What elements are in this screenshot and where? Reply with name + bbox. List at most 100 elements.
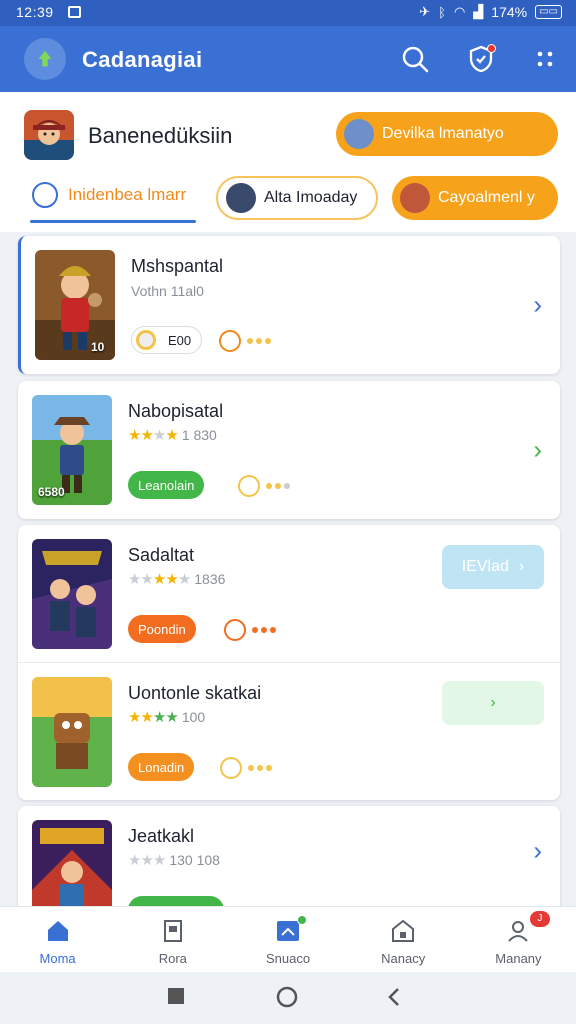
battery-percent: 174% <box>491 4 528 20</box>
nav-library-label: Rora <box>158 951 187 966</box>
game-subtitle: Vothn 11al0 <box>131 283 204 299</box>
tab-featured[interactable]: Inidenbea lmarr <box>32 182 186 208</box>
game-card-group: Sadaltat ★★★★★ 1836 Poondin IEVlad › Uont… <box>18 525 560 800</box>
header-title: Banenedüksiin <box>88 123 233 148</box>
home-icon <box>47 921 68 941</box>
rating-stars: ★★★ 130 108 <box>128 852 220 869</box>
game-tag[interactable]: E00 <box>131 326 203 354</box>
play-button[interactable]: IEVlad › <box>442 545 544 589</box>
nav-home[interactable]: Moma <box>0 907 115 972</box>
thumbnail-badge: 10 <box>91 340 105 354</box>
chevron-right-icon[interactable]: › <box>533 836 542 867</box>
chat-icon <box>32 182 58 208</box>
bluetooth-icon: ᛒ <box>438 4 446 20</box>
nav-store[interactable]: Nanacy <box>346 907 461 972</box>
progress-ring-icon <box>220 757 242 779</box>
chip-outline-label: Alta Imoaday <box>264 189 358 206</box>
shield-notification-icon[interactable] <box>464 42 498 76</box>
chip-outline[interactable]: Alta Imoaday <box>216 176 378 220</box>
status-time: 12:39 <box>16 4 54 20</box>
chevron-right-icon[interactable]: › <box>533 435 542 466</box>
search-icon[interactable] <box>398 42 432 76</box>
game-tag[interactable]: Leanolain <box>128 471 205 499</box>
rating-count: 1836 <box>194 571 226 587</box>
status-bar: 12:39 ✈ ᛒ ◠ ▟ 174% ▭▭ <box>0 0 576 26</box>
progress-ring-icon <box>224 619 246 641</box>
character-icon <box>344 119 374 149</box>
user-icon <box>508 921 529 942</box>
rating-stars: ★★★★ 100 <box>128 709 206 726</box>
play-button-label: IEVlad <box>461 558 509 575</box>
progress-dots <box>220 757 272 779</box>
primary-action-label: Devilka lmanatyo <box>382 125 504 142</box>
signal-icon: ▟ <box>473 4 484 19</box>
character-icon <box>400 183 430 213</box>
wifi-icon: ◠ <box>453 4 466 19</box>
app-bar: Cadanagiai <box>0 26 576 92</box>
nav-badge: J <box>529 911 550 927</box>
game-title: Jeatkakl <box>128 826 195 846</box>
progress-dots <box>219 330 271 352</box>
character-icon <box>226 183 256 213</box>
rating-count: 1 830 <box>181 427 217 443</box>
nav-store-label: Nanacy <box>381 951 426 966</box>
game-thumbnail: 10 <box>35 250 115 360</box>
bottom-navigation: Moma Rora Snuaco Nanacy J Manany <box>0 906 576 972</box>
chevron-right-icon: › <box>490 694 496 711</box>
game-tag-label: E00 <box>168 332 192 348</box>
nav-dot <box>297 915 308 925</box>
active-tab-indicator <box>30 220 196 223</box>
progress-dots <box>238 475 290 497</box>
document-icon <box>163 920 182 942</box>
primary-action-pill[interactable]: Devilka lmanatyo <box>336 112 558 156</box>
chevron-right-icon[interactable]: › <box>533 290 542 321</box>
game-card[interactable]: Jeatkakl ★★★ 130 108 › <box>18 806 560 916</box>
system-navigation <box>0 972 576 1024</box>
header-section: Banenedüksiin Devilka lmanatyo Inidenbea… <box>0 92 576 232</box>
back-icon[interactable] <box>384 986 404 1008</box>
open-button[interactable]: › <box>442 681 544 725</box>
mute-icon: ✈ <box>419 4 431 19</box>
rating-count: 100 <box>181 709 206 725</box>
game-card[interactable]: 6580 Nabopisatal ★★★★ 1 830 Leanolain › <box>18 381 560 519</box>
nav-profile[interactable]: J Manany <box>461 907 576 972</box>
nav-games[interactable]: Snuaco <box>230 907 345 972</box>
game-thumbnail <box>32 820 112 916</box>
progress-dots <box>224 619 276 641</box>
rating-count: 130 108 <box>169 852 220 868</box>
nav-profile-label: Manany <box>495 951 542 966</box>
game-thumbnail: 6580 <box>32 395 112 505</box>
game-title: Sadaltat <box>128 545 195 565</box>
game-title: Mshspantal <box>131 256 224 276</box>
chip-orange-label: Cayoalmenl y <box>438 189 535 206</box>
nav-library[interactable]: Rora <box>115 907 230 972</box>
recents-icon[interactable] <box>166 986 186 1006</box>
progress-ring-icon <box>238 475 260 497</box>
tab-featured-label: Inidenbea lmarr <box>68 185 187 204</box>
game-thumbnail <box>32 677 112 787</box>
app-title: Cadanagiai <box>82 47 203 72</box>
thumbnail-badge: 6580 <box>38 485 65 499</box>
notification-dot <box>487 44 496 53</box>
battery-icon: ▭▭ <box>535 5 562 19</box>
game-tag[interactable]: Poondin <box>128 615 196 643</box>
game-card[interactable]: 10 Mshspantal Vothn 11al0 E00 › <box>18 236 560 374</box>
game-thumbnail <box>32 539 112 649</box>
game-title: Nabopisatal <box>128 401 224 421</box>
profile-avatar[interactable] <box>24 110 74 160</box>
divider <box>18 662 560 663</box>
app-logo-icon[interactable] <box>24 38 66 80</box>
gallery-notification-icon <box>68 6 81 18</box>
store-icon <box>392 919 415 942</box>
home-button-icon[interactable] <box>276 986 298 1008</box>
chevron-right-icon: › <box>518 558 525 575</box>
progress-ring-icon <box>219 330 241 352</box>
coin-icon <box>136 330 156 350</box>
more-options-icon[interactable] <box>528 42 562 76</box>
game-title: Uontonle skatkai <box>128 683 262 703</box>
chip-orange[interactable]: Cayoalmenl y <box>392 176 558 220</box>
game-tag[interactable]: Lonadin <box>128 753 195 781</box>
rating-stars: ★★★★ 1 830 <box>128 427 217 444</box>
nav-games-label: Snuaco <box>265 951 311 966</box>
rating-stars: ★★★★★ 1836 <box>128 571 226 588</box>
